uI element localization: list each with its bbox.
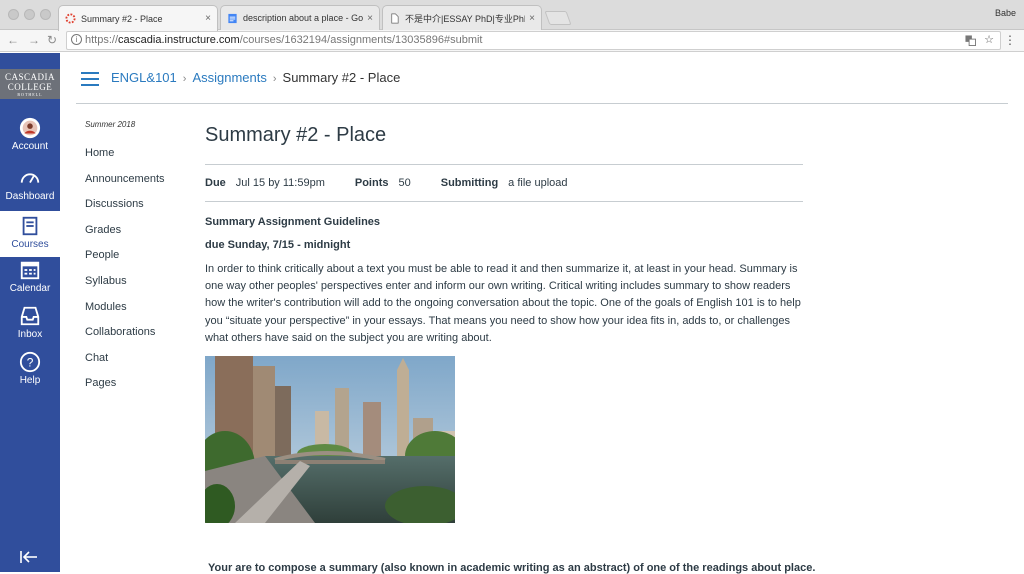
tab-label: 不是中介|ESSAY PhD|专业PhD <box>405 13 526 24</box>
back-arrow-icon[interactable]: ← <box>7 33 19 47</box>
logo-line1: CASCADIA <box>4 72 55 82</box>
translate-icon[interactable] <box>965 32 976 52</box>
dashboard-gauge-icon <box>20 173 40 184</box>
course-nav-home[interactable]: Home <box>85 147 195 173</box>
inbox-icon <box>20 306 40 326</box>
browser-tab-summary[interactable]: Summary #2 - Place × <box>58 5 218 31</box>
minimize-window-button[interactable] <box>24 9 35 20</box>
nav-inbox-label: Inbox <box>17 329 43 340</box>
due-label: Due <box>205 177 226 189</box>
course-nav-syllabus[interactable]: Syllabus <box>85 275 195 301</box>
nav-courses-label: Courses <box>11 239 49 250</box>
college-logo[interactable]: CASCADIA COLLEGE BOTHELL <box>0 69 60 99</box>
svg-text:?: ? <box>27 356 34 370</box>
nav-account-label: Account <box>11 141 49 152</box>
nav-calendar[interactable]: Calendar <box>0 259 60 303</box>
guidelines-paragraph: In order to think critically about a tex… <box>205 263 801 344</box>
submitting-value: a file upload <box>508 177 568 189</box>
course-nav-announcements[interactable]: Announcements <box>85 173 195 199</box>
course-nav-chat[interactable]: Chat <box>85 352 195 378</box>
browser-tab-bar: Summary #2 - Place × description about a… <box>0 0 1024 31</box>
breadcrumb: ENGL&101 › Assignments › Summary #2 - Place <box>111 70 400 85</box>
browser-tab-essay[interactable]: 不是中介|ESSAY PhD|专业PhD × <box>382 5 542 30</box>
nav-calendar-label: Calendar <box>9 283 51 294</box>
summary-instructions: Your are to compose a summary (also know… <box>208 562 816 574</box>
url-path: /courses/1632194/assignments/13035896#su… <box>239 34 483 46</box>
address-bar-row: ← → ↻ i https://cascadia.instructure.com… <box>0 30 1024 52</box>
due-date-heading: due Sunday, 7/15 - midnight <box>205 239 351 251</box>
nav-inbox[interactable]: Inbox <box>0 305 60 349</box>
page-icon <box>391 13 399 23</box>
course-nav-modules[interactable]: Modules <box>85 301 195 327</box>
points-value: 50 <box>398 177 411 189</box>
breadcrumb-course-link[interactable]: ENGL&101 <box>111 70 177 85</box>
course-nav-grades[interactable]: Grades <box>85 224 195 250</box>
url-host: cascadia.instructure.com <box>118 34 240 46</box>
term-label: Summer 2018 <box>85 120 136 129</box>
reload-icon[interactable]: ↻ <box>47 33 57 47</box>
nav-help-label: Help <box>19 375 41 386</box>
browser-menu-icon[interactable]: ⋮ <box>1004 33 1016 47</box>
points-label: Points <box>354 177 389 189</box>
tab-label: Summary #2 - Place <box>81 13 163 24</box>
new-tab-button[interactable] <box>544 11 572 25</box>
tab-close-icon[interactable]: × <box>529 13 535 24</box>
due-value: Jul 15 by 11:59pm <box>235 177 325 189</box>
canvas-favicon-icon <box>65 13 76 24</box>
submitting-label: Submitting <box>440 177 499 189</box>
close-window-button[interactable] <box>8 9 19 20</box>
browser-tab-google-doc[interactable]: description about a place - Go × <box>220 5 380 30</box>
course-nav-collaborations[interactable]: Collaborations <box>85 326 195 352</box>
tab-close-icon[interactable]: × <box>367 13 373 24</box>
guidelines-heading: Summary Assignment Guidelines <box>205 216 381 228</box>
city-river-photo <box>205 356 455 524</box>
bookmark-star-icon[interactable]: ☆ <box>984 32 994 49</box>
logo-line2: COLLEGE <box>7 82 53 92</box>
nav-account[interactable]: Account <box>0 117 60 161</box>
assignment-details: Due Jul 15 by 11:59pm Points 50 Submitti… <box>205 165 803 201</box>
nav-help[interactable]: ? Help <box>0 351 60 395</box>
course-menu-toggle-icon[interactable] <box>81 72 99 86</box>
google-docs-icon <box>228 13 237 23</box>
breadcrumb-current: Summary #2 - Place <box>282 70 401 85</box>
maximize-window-button[interactable] <box>40 9 51 20</box>
nav-dashboard[interactable]: Dashboard <box>0 167 60 211</box>
course-nav-pages[interactable]: Pages <box>85 377 195 403</box>
calendar-icon <box>20 261 40 280</box>
help-question-icon: ? <box>19 351 41 373</box>
logo-line3: BOTHELL <box>17 92 43 97</box>
avatar <box>19 117 41 139</box>
url-input[interactable]: i https://cascadia.instructure.com/cours… <box>66 31 1001 50</box>
url-scheme: https:// <box>85 34 119 46</box>
tab-close-icon[interactable]: × <box>205 13 211 24</box>
forward-arrow-icon[interactable]: → <box>28 33 40 47</box>
course-nav-people[interactable]: People <box>85 249 195 275</box>
profile-name[interactable]: Babe <box>995 8 1016 18</box>
page-title: Summary #2 - Place <box>205 124 387 146</box>
global-navigation: CASCADIA COLLEGE BOTHELL Account Dashboa… <box>0 53 60 572</box>
chevron-right-icon: › <box>182 73 187 85</box>
course-nav-discussions[interactable]: Discussions <box>85 198 195 224</box>
header-divider <box>76 103 1008 104</box>
breadcrumb-assignments-link[interactable]: Assignments <box>192 70 266 85</box>
info-icon[interactable]: i <box>71 34 82 45</box>
tab-label: description about a place - Go <box>243 13 364 23</box>
details-divider <box>205 201 803 202</box>
course-navigation: Summer 2018 Home Announcements Discussio… <box>85 120 195 403</box>
book-icon <box>22 216 38 236</box>
chevron-right-icon: › <box>272 73 277 85</box>
nav-courses[interactable]: Courses <box>0 211 60 257</box>
assignment-content: Summary #2 - Place Due Jul 15 by 11:59pm… <box>205 120 803 524</box>
collapse-nav-icon[interactable] <box>20 550 38 564</box>
nav-dashboard-label: Dashboard <box>5 191 55 202</box>
